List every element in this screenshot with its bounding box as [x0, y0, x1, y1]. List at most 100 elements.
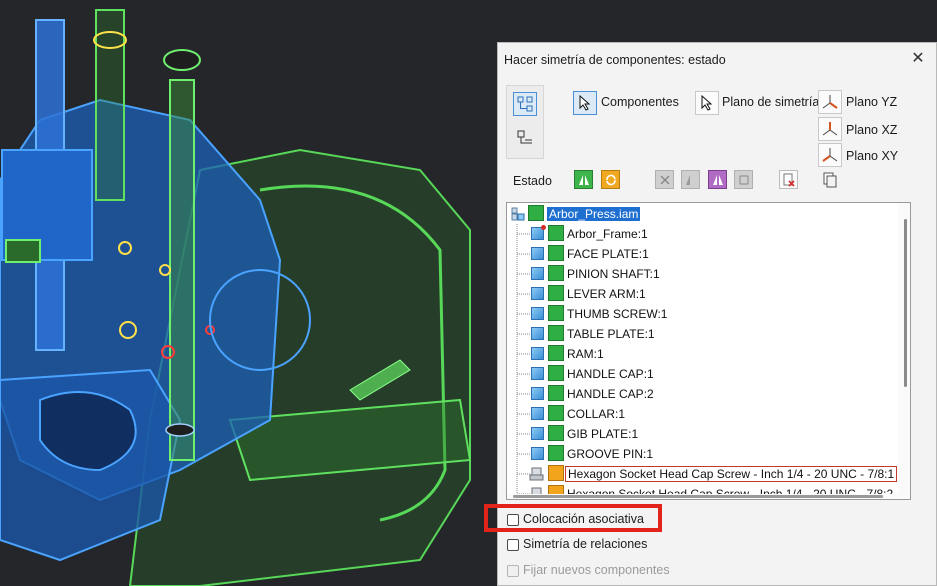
tree-row[interactable]: Hexagon Socket Head Cap Screw - Inch 1/4… [507, 464, 907, 484]
tree-row[interactable]: HANDLE CAP:2 [507, 384, 907, 404]
reuse-gray-button[interactable] [734, 170, 753, 189]
mirror-status-icon[interactable] [548, 405, 564, 421]
component-tree[interactable]: Arbor_Press.iam Arbor_Frame:1 FACE PLATE:… [506, 202, 911, 500]
mirror-plane-select-button[interactable] [695, 91, 719, 115]
tree-row-label: RAM:1 [567, 347, 604, 361]
tree-row-label: PINION SHAFT:1 [567, 267, 660, 281]
reuse-status-button[interactable] [601, 170, 620, 189]
plane-xy-button[interactable] [818, 143, 842, 167]
cursor-arrow-icon [579, 95, 591, 111]
assembly-icon [511, 207, 525, 221]
scroll-thumb[interactable] [904, 219, 907, 387]
part-icon [531, 407, 544, 420]
plane-axes-icon [822, 148, 838, 162]
tree-row-label: FACE PLATE:1 [567, 247, 649, 261]
dialog-title: Hacer simetría de componentes: estado [504, 53, 726, 67]
tree-row-label: THUMB SCREW:1 [567, 307, 668, 321]
tree-row-label: HANDLE CAP:1 [567, 367, 654, 381]
mirror-relationships-label: Simetría de relaciones [523, 537, 648, 551]
tree-row[interactable]: PINION SHAFT:1 [507, 264, 907, 284]
reuse-status-icon[interactable] [548, 465, 564, 481]
part-icon [531, 347, 544, 360]
plane-axes-icon [822, 95, 838, 109]
tree-row-label: GROOVE PIN:1 [567, 447, 654, 461]
plane-xz-button[interactable] [818, 117, 842, 141]
mirror-relationships-checkbox[interactable] [507, 539, 519, 551]
scroll-thumb[interactable] [513, 495, 883, 498]
mirror-reuse-gray-button[interactable] [681, 170, 700, 189]
part-icon [531, 307, 544, 320]
copy-icon [823, 172, 837, 188]
file-names-icon [517, 130, 532, 144]
reuse-icon [605, 174, 616, 185]
tree-row[interactable]: RAM:1 [507, 344, 907, 364]
close-icon[interactable]: ✕ [908, 48, 928, 68]
status-label: Estado [513, 174, 552, 188]
part-icon [531, 367, 544, 380]
mode-toolbar [506, 85, 544, 159]
mirror-opposite-hand-button[interactable] [708, 170, 727, 189]
exclude-icon [660, 175, 669, 184]
mirror-gray-icon [685, 174, 690, 185]
mirror-status-icon[interactable] [548, 365, 564, 381]
mirror-icon [578, 174, 589, 185]
tree-vertical-scrollbar[interactable] [898, 203, 910, 499]
tree-row[interactable]: GIB PLATE:1 [507, 424, 907, 444]
tree-root-label: Arbor_Press.iam [547, 207, 641, 221]
components-select-button[interactable] [573, 91, 597, 115]
plane-xy-label: Plano XY [846, 149, 899, 163]
mirror-status-icon[interactable] [548, 385, 564, 401]
clear-icon [783, 173, 795, 187]
tree-row[interactable]: TABLE PLATE:1 [507, 324, 907, 344]
exclude-status-button[interactable] [655, 170, 674, 189]
mirror-status-icon[interactable] [528, 205, 544, 221]
mirror-status-icon[interactable] [548, 285, 564, 301]
mirror-status-icon[interactable] [548, 265, 564, 281]
part-icon [531, 447, 544, 460]
mirror-status-icon[interactable] [548, 245, 564, 261]
tree-row[interactable]: COLLAR:1 [507, 404, 907, 424]
library-part-icon [529, 467, 544, 481]
copy-status-button[interactable] [818, 168, 842, 192]
mirror-status-icon[interactable] [548, 305, 564, 321]
tree-row[interactable]: FACE PLATE:1 [507, 244, 907, 264]
tree-row[interactable]: Arbor_Frame:1 [507, 224, 907, 244]
cursor-arrow-icon [701, 95, 713, 111]
mirror-plane-label: Plano de simetría [722, 95, 820, 109]
plane-axes-icon [822, 122, 838, 136]
mirror-status-icon[interactable] [548, 345, 564, 361]
opposite-hand-icon [712, 174, 723, 185]
mirror-status-button[interactable] [574, 170, 593, 189]
tree-root-row[interactable]: Arbor_Press.iam [507, 204, 907, 224]
part-icon [531, 267, 544, 280]
clear-status-button[interactable] [779, 170, 798, 189]
tree-row-label: LEVER ARM:1 [567, 287, 646, 301]
tree-row-label: Arbor_Frame:1 [567, 227, 648, 241]
mirror-status-icon[interactable] [548, 325, 564, 341]
part-icon [531, 327, 544, 340]
tree-horizontal-scrollbar[interactable] [507, 494, 899, 499]
plane-xz-label: Plano XZ [846, 123, 898, 137]
tree-row-label: GIB PLATE:1 [567, 427, 639, 441]
mirror-status-icon[interactable] [548, 225, 564, 241]
tree-row-label: Hexagon Socket Head Cap Screw - Inch 1/4… [565, 466, 898, 482]
ground-new-components-checkbox[interactable] [507, 565, 519, 577]
plane-yz-label: Plano YZ [846, 95, 898, 109]
plane-yz-button[interactable] [818, 90, 842, 114]
components-label: Componentes [601, 95, 679, 109]
tree-row[interactable]: THUMB SCREW:1 [507, 304, 907, 324]
grounded-part-icon [531, 225, 546, 240]
mirror-status-icon[interactable] [548, 445, 564, 461]
part-icon [531, 287, 544, 300]
reuse-gray-icon [739, 175, 748, 184]
ground-new-components-label: Fijar nuevos componentes [523, 563, 670, 577]
file-names-mode-button[interactable] [513, 126, 537, 150]
tree-row[interactable]: GROOVE PIN:1 [507, 444, 907, 464]
tree-row[interactable]: HANDLE CAP:1 [507, 364, 907, 384]
status-mode-button[interactable] [513, 92, 537, 116]
mirror-status-icon[interactable] [548, 425, 564, 441]
tree-row[interactable]: LEVER ARM:1 [507, 284, 907, 304]
tree-row-label: TABLE PLATE:1 [567, 327, 655, 341]
part-icon [531, 247, 544, 260]
part-icon [531, 387, 544, 400]
